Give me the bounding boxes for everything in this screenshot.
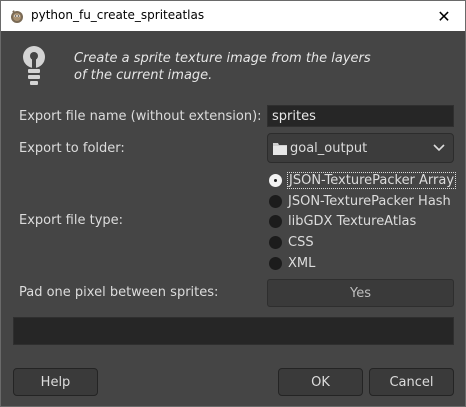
ok-button-label: OK [311, 374, 330, 390]
ok-button[interactable]: OK [278, 368, 363, 396]
radio-filetype-css[interactable]: CSS [269, 232, 314, 252]
gimp-icon [11, 10, 23, 23]
hint-text-line-2: of the current image. [74, 68, 213, 83]
folder-icon [273, 143, 287, 155]
radio-filetype-xml[interactable]: XML [269, 253, 315, 273]
radio-label: libGDX TextureAtlas [288, 213, 417, 229]
filename-label: Export file name (without extension): [19, 109, 262, 124]
radio-indicator [269, 214, 282, 228]
folder-chooser-button[interactable]: goal_output [267, 133, 454, 163]
pad-toggle-label: Yes [350, 285, 371, 301]
close-button[interactable]: ✕ [433, 5, 455, 27]
filetype-label: Export file type: [19, 213, 124, 228]
close-icon: ✕ [437, 6, 451, 26]
radio-indicator [269, 235, 282, 249]
radio-filetype-json-hash[interactable]: JSON-TexturePacker Hash [269, 191, 451, 211]
radio-indicator [269, 256, 282, 270]
pad-label: Pad one pixel between sprites: [19, 285, 219, 300]
progress-bar [13, 317, 454, 345]
help-button[interactable]: Help [13, 368, 98, 396]
radio-filetype-libgdx[interactable]: libGDX TextureAtlas [269, 211, 416, 231]
cancel-button[interactable]: Cancel [369, 368, 454, 396]
folder-label: Export to folder: [19, 141, 125, 156]
chevron-down-icon [433, 144, 445, 152]
dialog-window: python_fu_create_spriteatlas ✕ Create a … [0, 0, 466, 407]
dialog-content: Create a sprite texture image from the l… [1, 31, 465, 406]
lightbulb-icon [23, 46, 45, 85]
folder-name: goal_output [290, 141, 368, 156]
radio-label: CSS [288, 234, 314, 250]
window-title: python_fu_create_spriteatlas [31, 8, 205, 22]
radio-indicator [269, 173, 282, 187]
filename-input[interactable] [267, 105, 454, 127]
title-bar: python_fu_create_spriteatlas ✕ [1, 1, 465, 31]
radio-label: JSON-TexturePacker Array [286, 171, 457, 189]
cancel-button-label: Cancel [389, 374, 434, 390]
hint-text-line-1: Create a sprite texture image from the l… [74, 51, 371, 66]
help-button-label: Help [40, 374, 71, 390]
radio-label: JSON-TexturePacker Hash [288, 193, 451, 209]
radio-label: XML [288, 255, 316, 271]
radio-filetype-json-array[interactable]: JSON-TexturePacker Array [269, 170, 457, 190]
radio-indicator [269, 194, 282, 208]
pad-toggle-button[interactable]: Yes [267, 279, 454, 307]
